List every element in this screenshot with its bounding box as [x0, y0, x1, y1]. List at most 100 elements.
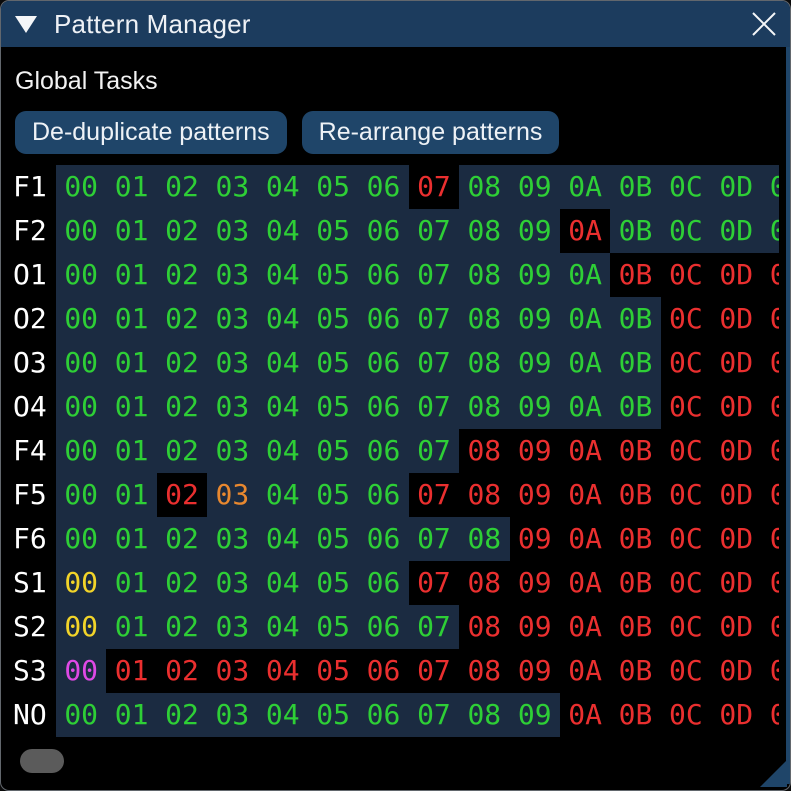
pattern-cell[interactable]: 0E [761, 385, 779, 429]
pattern-cell[interactable]: 00 [56, 517, 106, 561]
pattern-cell[interactable]: 08 [459, 605, 509, 649]
pattern-cell[interactable]: 09 [510, 605, 560, 649]
pattern-cell[interactable]: 01 [106, 385, 156, 429]
rearrange-patterns-button[interactable]: Re-arrange patterns [302, 111, 560, 154]
pattern-cell[interactable]: 03 [207, 297, 257, 341]
pattern-cell[interactable]: 0B [610, 209, 660, 253]
pattern-cell[interactable]: 05 [308, 165, 358, 209]
pattern-cell[interactable]: 05 [308, 473, 358, 517]
pattern-cell[interactable]: 0D [711, 561, 761, 605]
pattern-cell[interactable]: 02 [157, 341, 207, 385]
pattern-cell[interactable]: 03 [207, 649, 257, 693]
pattern-cell[interactable]: 00 [56, 341, 106, 385]
horizontal-scrollbar-track[interactable] [9, 748, 779, 774]
pattern-cell[interactable]: 0A [560, 473, 610, 517]
pattern-cell[interactable]: 0E [761, 561, 779, 605]
pattern-cell[interactable]: 0C [661, 517, 711, 561]
titlebar[interactable]: Pattern Manager [1, 1, 790, 47]
pattern-cell[interactable]: 0A [560, 517, 610, 561]
pattern-cell[interactable]: 01 [106, 253, 156, 297]
close-icon[interactable] [750, 10, 778, 38]
pattern-cell[interactable]: 01 [106, 561, 156, 605]
pattern-cell[interactable]: 04 [258, 473, 308, 517]
pattern-cell[interactable]: 03 [207, 517, 257, 561]
pattern-cell[interactable]: 0A [560, 209, 610, 253]
pattern-cell[interactable]: 00 [56, 297, 106, 341]
pattern-cell[interactable]: 04 [258, 693, 308, 737]
pattern-cell[interactable]: 0D [711, 605, 761, 649]
pattern-cell[interactable]: 04 [258, 297, 308, 341]
pattern-cell[interactable]: 08 [459, 473, 509, 517]
pattern-cell[interactable]: 08 [459, 517, 509, 561]
pattern-cell[interactable]: 00 [56, 473, 106, 517]
pattern-cell[interactable]: 0C [661, 209, 711, 253]
pattern-cell[interactable]: 01 [106, 209, 156, 253]
pattern-cell[interactable]: 0A [560, 253, 610, 297]
pattern-cell[interactable]: 06 [358, 385, 408, 429]
pattern-cell[interactable]: 02 [157, 605, 207, 649]
pattern-cell[interactable]: 0E [761, 341, 779, 385]
pattern-cell[interactable]: 09 [510, 341, 560, 385]
resize-grip-icon[interactable] [760, 760, 787, 787]
pattern-cell[interactable]: 02 [157, 649, 207, 693]
pattern-cell[interactable]: 0C [661, 693, 711, 737]
pattern-cell[interactable]: 08 [459, 209, 509, 253]
pattern-cell[interactable]: 0D [711, 429, 761, 473]
vertical-scrollbar[interactable] [786, 47, 790, 784]
pattern-cell[interactable]: 0A [560, 561, 610, 605]
pattern-cell[interactable]: 01 [106, 693, 156, 737]
pattern-cell[interactable]: 01 [106, 473, 156, 517]
pattern-cell[interactable]: 04 [258, 253, 308, 297]
pattern-cell[interactable]: 04 [258, 649, 308, 693]
pattern-cell[interactable]: 0B [610, 649, 660, 693]
pattern-cell[interactable]: 0C [661, 473, 711, 517]
pattern-cell[interactable]: 05 [308, 385, 358, 429]
pattern-cell[interactable]: 0C [661, 561, 711, 605]
pattern-cell[interactable]: 0E [761, 209, 779, 253]
pattern-cell[interactable]: 0E [761, 605, 779, 649]
pattern-cell[interactable]: 03 [207, 341, 257, 385]
pattern-cell[interactable]: 05 [308, 253, 358, 297]
pattern-cell[interactable]: 08 [459, 341, 509, 385]
pattern-cell[interactable]: 0C [661, 341, 711, 385]
pattern-cell[interactable]: 05 [308, 341, 358, 385]
pattern-cell[interactable]: 04 [258, 517, 308, 561]
pattern-cell[interactable]: 07 [409, 341, 459, 385]
pattern-cell[interactable]: 06 [358, 341, 408, 385]
pattern-cell[interactable]: 04 [258, 385, 308, 429]
pattern-cell[interactable]: 0E [761, 693, 779, 737]
pattern-cell[interactable]: 07 [409, 605, 459, 649]
pattern-cell[interactable]: 02 [157, 385, 207, 429]
deduplicate-patterns-button[interactable]: De-duplicate patterns [15, 111, 287, 154]
pattern-cell[interactable]: 0B [610, 429, 660, 473]
pattern-cell[interactable]: 09 [510, 429, 560, 473]
pattern-cell[interactable]: 0E [761, 517, 779, 561]
pattern-cell[interactable]: 05 [308, 693, 358, 737]
pattern-cell[interactable]: 02 [157, 561, 207, 605]
pattern-cell[interactable]: 0D [711, 209, 761, 253]
pattern-cell[interactable]: 03 [207, 693, 257, 737]
pattern-cell[interactable]: 05 [308, 649, 358, 693]
pattern-cell[interactable]: 00 [56, 605, 106, 649]
pattern-cell[interactable]: 07 [409, 473, 459, 517]
pattern-cell[interactable]: 00 [56, 693, 106, 737]
pattern-cell[interactable]: 08 [459, 385, 509, 429]
pattern-cell[interactable]: 0B [610, 693, 660, 737]
pattern-cell[interactable]: 0E [761, 297, 779, 341]
pattern-cell[interactable]: 02 [157, 429, 207, 473]
pattern-cell[interactable]: 0B [610, 165, 660, 209]
pattern-cell[interactable]: 0E [761, 473, 779, 517]
pattern-cell[interactable]: 02 [157, 253, 207, 297]
pattern-cell[interactable]: 09 [510, 165, 560, 209]
pattern-cell[interactable]: 04 [258, 561, 308, 605]
pattern-cell[interactable]: 03 [207, 473, 257, 517]
pattern-cell[interactable]: 01 [106, 517, 156, 561]
pattern-cell[interactable]: 07 [409, 297, 459, 341]
pattern-cell[interactable]: 09 [510, 209, 560, 253]
pattern-cell[interactable]: 0C [661, 297, 711, 341]
pattern-cell[interactable]: 02 [157, 165, 207, 209]
pattern-cell[interactable]: 00 [56, 385, 106, 429]
pattern-cell[interactable]: 02 [157, 297, 207, 341]
pattern-cell[interactable]: 04 [258, 165, 308, 209]
pattern-cell[interactable]: 05 [308, 429, 358, 473]
